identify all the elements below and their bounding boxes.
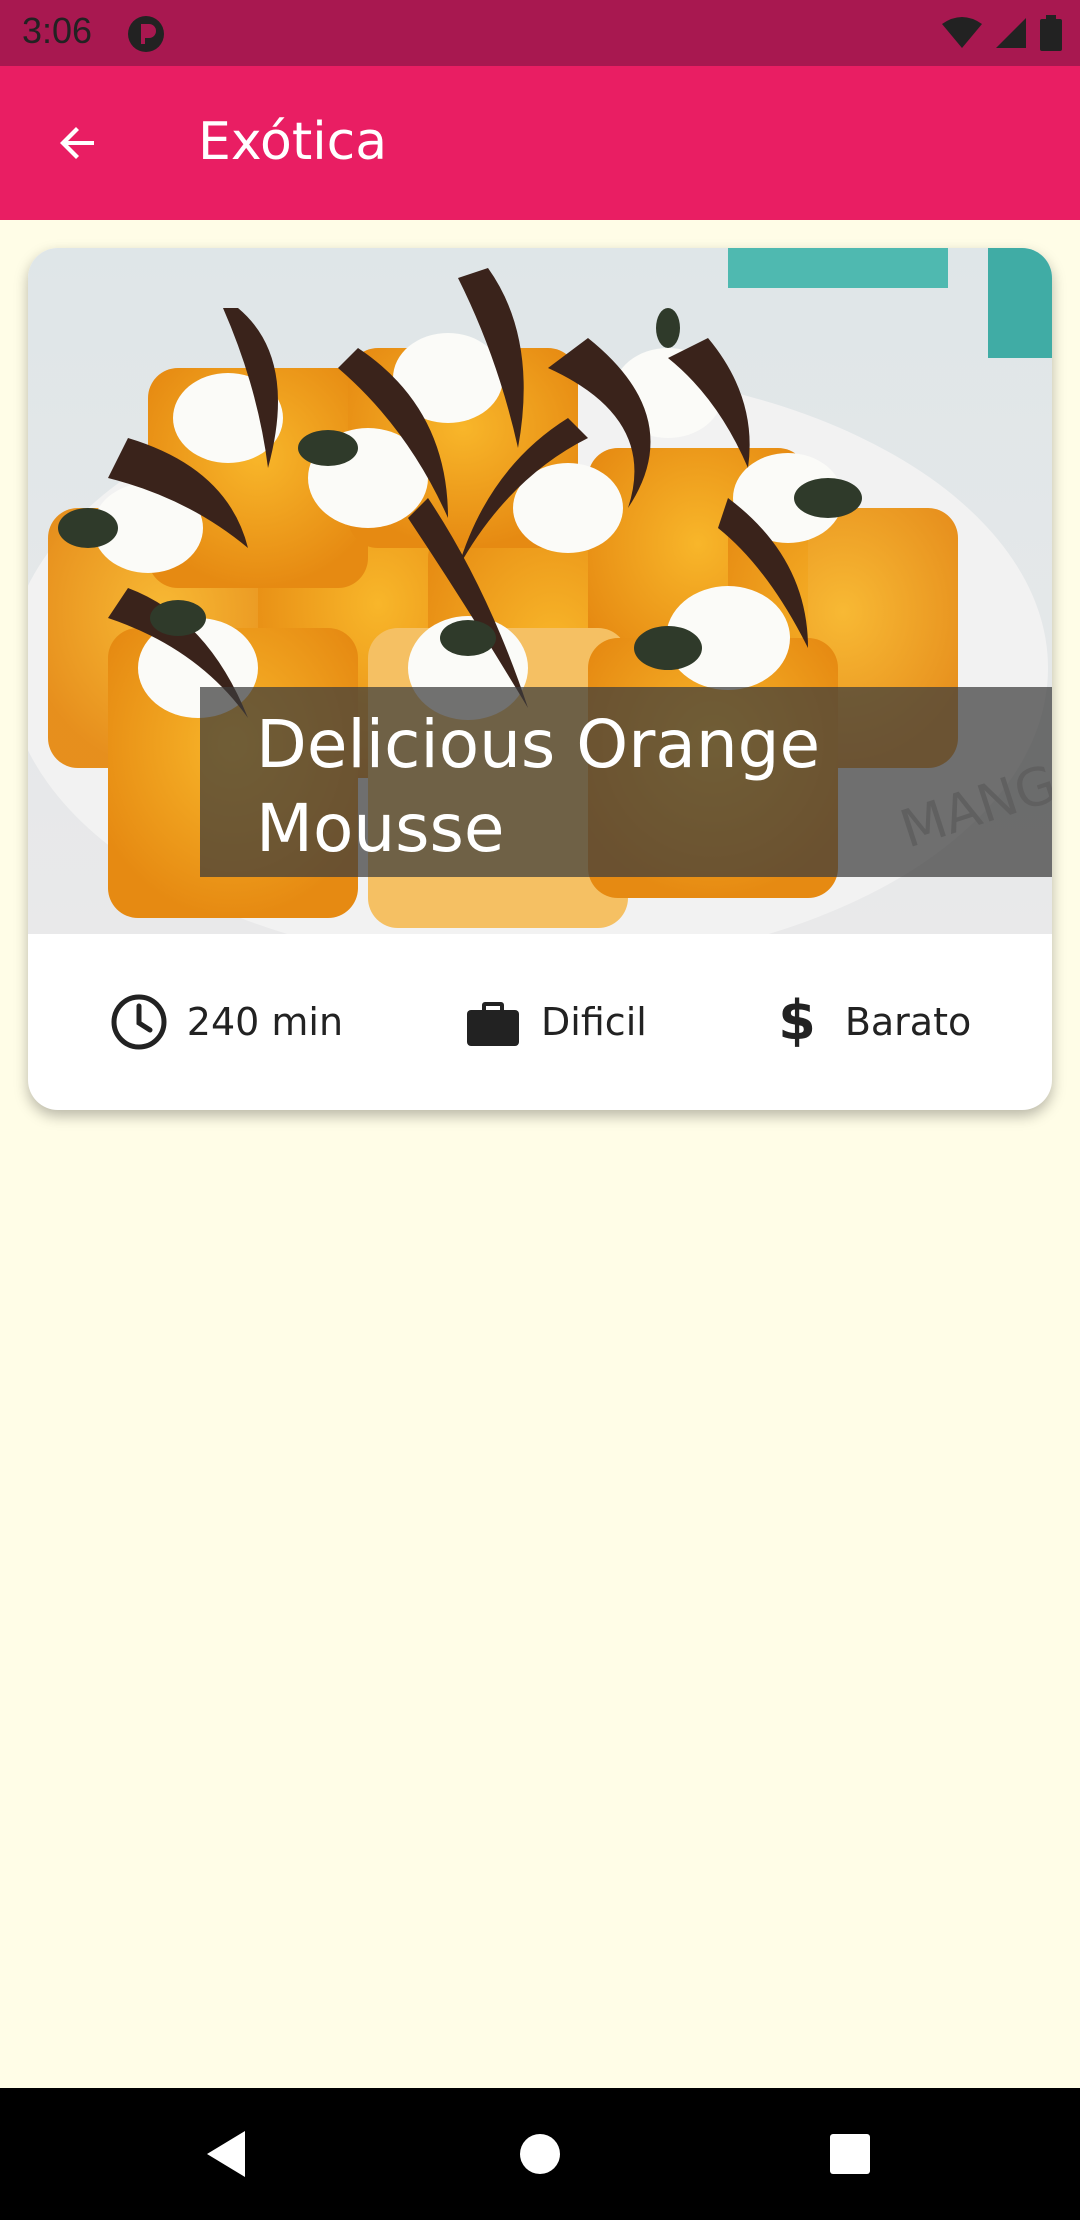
duration-info: 240 min: [109, 992, 343, 1052]
nav-recents-button[interactable]: [820, 2124, 880, 2184]
status-indicators: [942, 14, 1062, 52]
nav-back-button[interactable]: [196, 2124, 256, 2184]
system-nav-bar: [0, 2088, 1080, 2220]
difficulty-info: Dificil: [463, 992, 647, 1052]
page-title: Exótica: [198, 112, 388, 172]
svg-text:$: $: [778, 992, 816, 1052]
status-time: 3:06: [22, 10, 93, 51]
status-bar: 3:06: [0, 0, 1080, 66]
recipe-title: Delicious Orange Mousse: [256, 706, 821, 867]
price-info: $ Barato: [767, 992, 971, 1052]
nav-back-icon: [207, 2131, 245, 2177]
battery-icon: [1040, 15, 1062, 51]
nav-recents-icon: [830, 2134, 870, 2174]
clock-icon: [109, 992, 169, 1052]
briefcase-icon: [463, 992, 523, 1052]
cell-signal-icon: [996, 18, 1026, 48]
nav-home-icon: [520, 2134, 560, 2174]
duration-text: 240 min: [186, 1000, 344, 1044]
recipe-title-overlay: Delicious Orange Mousse: [200, 687, 1052, 877]
arrow-back-icon: [60, 127, 94, 159]
recipe-card[interactable]: MANGO Delicious Orange Mousse 240 min: [28, 248, 1052, 1110]
dollar-icon: $: [767, 992, 827, 1052]
nav-home-button[interactable]: [510, 2124, 570, 2184]
app-bar: Exótica: [0, 66, 1080, 220]
back-button[interactable]: [40, 110, 116, 176]
price-text: Barato: [844, 1000, 972, 1044]
app-notification-icon: [128, 16, 164, 52]
wifi-icon: [942, 17, 982, 48]
difficulty-text: Dificil: [541, 1000, 647, 1044]
recipe-meta: 240 min Dificil $ Barato: [28, 934, 1052, 1110]
recipe-image: MANGO Delicious Orange Mousse: [28, 248, 1052, 934]
